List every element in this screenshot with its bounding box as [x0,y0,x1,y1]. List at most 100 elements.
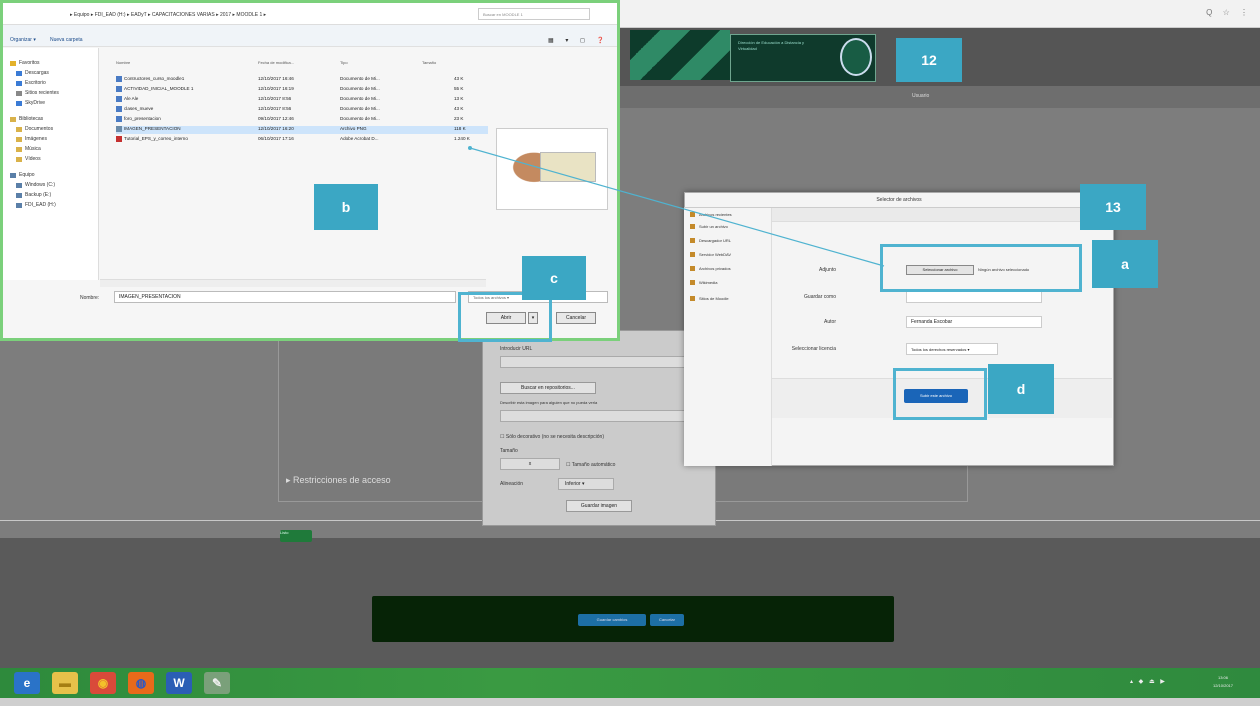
cancel-button[interactable]: Cancelar [650,614,684,626]
save-changes-button[interactable]: Guardar cambios [578,614,646,626]
organize-menu[interactable]: Organizar ▾ [10,37,36,43]
repository-item[interactable]: Descargador URL [690,238,731,243]
file-type: Adobe Acrobat D... [340,136,379,141]
browser-controls[interactable]: Q ☆ ⋮ [1206,8,1252,17]
file-type: Archivo PNG [340,126,367,131]
auto-size-checkbox[interactable]: ☐ Tamaño automático [566,462,615,468]
search-folder-input[interactable]: Buscar en MOODLE 1 [478,8,590,20]
file-date: 06/10/2017 17:16 [258,136,294,141]
repository-item[interactable]: Archivos privados [690,266,731,271]
nav-item[interactable]: Backup (E:) [16,192,51,198]
size-label: Tamaño [500,448,518,454]
access-restrictions-heading[interactable]: ▸ Restricciones de acceso [286,475,391,486]
folder-path[interactable]: ▸ Equipo ▸ FDI_EAD (H:) ▸ EADyT ▸ CAPACI… [70,12,266,18]
file-name-cell: foro_presentacion [116,116,161,122]
nav-item[interactable]: Equipo [10,172,35,178]
cancel-open-button[interactable]: Cancelar [556,312,596,324]
folder-icon [16,80,22,86]
file-row[interactable]: Contructores_curso_moodle1 12/10/2017 16:… [116,76,488,84]
repository-item[interactable]: Wikimedia [690,280,717,285]
folder-icon [10,60,16,66]
decorative-checkbox[interactable]: ☐ Sólo decorativo (no se necesita descri… [500,434,604,440]
file-size: 43 K [454,76,464,81]
folder-icon [16,202,22,208]
file-name: Tutorial_EPS_y_correo_interno [124,136,188,142]
new-folder-button[interactable]: Nueva carpeta [50,37,83,43]
pdf-file-icon [116,136,122,142]
alignment-select[interactable]: Inferior ▾ [558,478,614,490]
describe-image-label: Describir esta imagen para alguien que n… [500,400,598,405]
file-row[interactable]: Ale Ale 12/10/2017 8:56 Documento de Mi...… [116,96,488,104]
folder-icon [10,172,16,178]
file-name-label: Nombre: [80,295,100,301]
annotation-b: b [314,184,378,230]
repository-icon [690,266,695,271]
save-image-button[interactable]: Guardar imagen [566,500,632,512]
folder-icon [10,116,16,122]
nav-item[interactable]: Documentos [16,126,53,132]
internet-explorer-icon[interactable]: e [14,672,40,694]
image-file-icon [116,126,122,132]
file-row[interactable]: foro_presentacion 09/10/2017 12:46 Documen… [116,116,488,124]
repository-icon [690,212,695,217]
nav-item[interactable]: Escritorio [16,80,46,86]
url-input[interactable] [500,356,700,368]
file-explorer-icon[interactable]: ▬ [52,672,78,694]
nav-item[interactable]: Favoritos [10,60,40,66]
column-header[interactable]: Fecha de modifica... [258,60,294,65]
folder-icon [16,156,22,162]
search-repositories-button[interactable]: Buscar en repositorios... [500,382,596,394]
author-input[interactable]: Fernanda Escobar [906,316,1042,328]
nav-item[interactable]: FDI_EAD (H:) [16,202,56,208]
describe-image-input[interactable] [500,410,700,422]
repository-item[interactable]: Sitios de Moodle [690,296,729,301]
file-type: Documento de Mi... [340,116,380,121]
nav-item[interactable]: Windows (C:) [16,182,55,188]
file-row[interactable]: Tutorial_EPS_y_correo_interno 06/10/2017 … [116,136,488,144]
column-header[interactable]: Tipo [340,60,348,65]
file-name-cell: IMAGEN_PRESENTACION [116,126,181,132]
file-date: 12/10/2017 8:56 [258,96,292,101]
paint-icon[interactable]: ✎ [204,672,230,694]
file-row[interactable]: IMAGEN_PRESENTACION 12/10/2017 16:20 Archi… [116,126,488,134]
repository-item[interactable]: Subir un archivo [690,224,728,229]
system-tray-icons[interactable]: ▴ ◆ ⏏ ▶ [1130,678,1167,685]
file-name: ACTIVIDAD_INICIAL_MOODLE 1 [124,86,194,92]
repository-item[interactable]: Servidor WebDAV [690,252,731,257]
chrome-icon[interactable]: ◉ [90,672,116,694]
firefox-icon[interactable]: ◍ [128,672,154,694]
clock[interactable]: 13:06 12/10/2017 [1206,674,1240,690]
file-name: clases_mueve [124,106,154,112]
user-menu[interactable]: Usuario [912,93,929,99]
file-row[interactable]: ACTIVIDAD_INICIAL_MOODLE 1 12/10/2017 16:… [116,86,488,94]
license-select[interactable]: Todos los derechos reservados ▾ [906,343,998,355]
file-date: 12/10/2017 16:19 [258,86,294,91]
nav-item[interactable]: Música [16,146,41,152]
annotation-d: d [988,364,1054,414]
url-label: Introducir URL [500,346,533,352]
nav-item[interactable]: SkyDrive [16,100,45,106]
repository-icon [690,252,695,257]
annotation-a: a [1092,240,1158,288]
size-input[interactable]: x [500,458,560,470]
view-options-icons[interactable]: ▦ ▾ ◻ ❓ [548,37,609,44]
nav-item[interactable]: Imágenes [16,136,47,142]
file-name-input[interactable]: IMAGEN_PRESENTACION [114,291,456,303]
nav-item[interactable]: Vídeos [16,156,41,162]
nav-item[interactable]: Bibliotecas [10,116,43,122]
nav-item[interactable]: Sitios recientes [16,90,59,96]
annotation-13: 13 [1080,184,1146,230]
green-button[interactable]: Listo [280,530,312,542]
column-header[interactable]: Nombre [116,60,130,65]
folder-icon [16,182,22,188]
word-icon[interactable]: W [166,672,192,694]
nav-item[interactable]: Descargas [16,70,49,76]
file-name-cell: Ale Ale [116,96,138,102]
save-as-input[interactable] [906,291,1042,303]
column-header[interactable]: Tamaño [422,60,436,65]
file-row[interactable]: clases_mueve 12/10/2017 8:56 Documento de … [116,106,488,114]
repository-icon [690,296,695,301]
horizontal-scrollbar[interactable] [100,279,486,287]
repository-item[interactable]: Archivos recientes [690,212,732,217]
file-date: 12/10/2017 16:20 [258,126,294,131]
